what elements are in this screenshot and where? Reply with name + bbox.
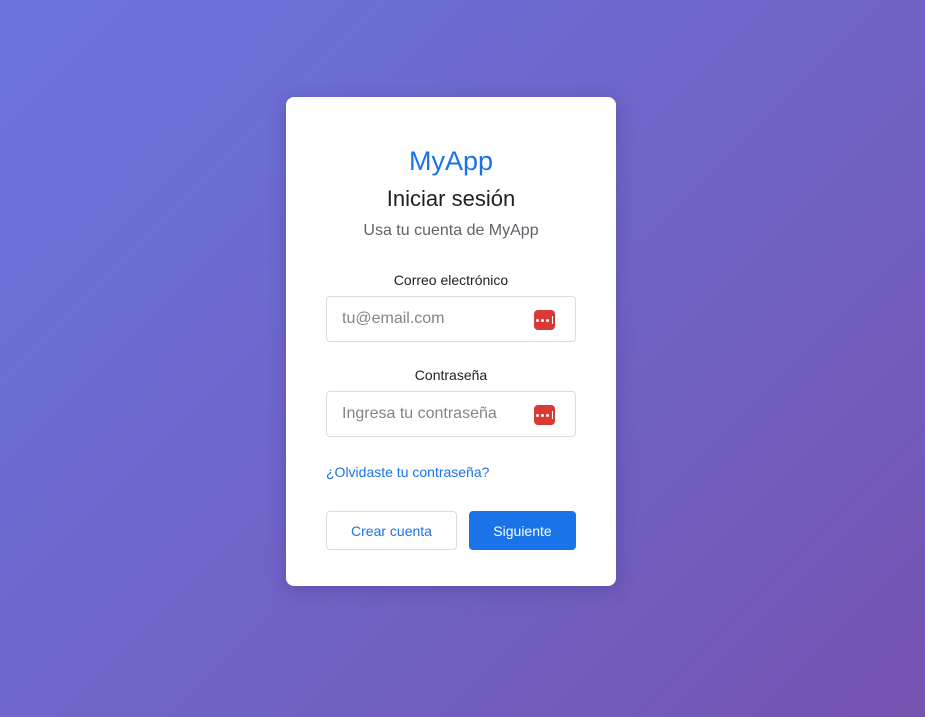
brand-logo-text: MyApp <box>408 146 494 176</box>
next-button[interactable]: Siguiente <box>469 511 576 550</box>
login-card: MyApp Iniciar sesión Usa tu cuenta de My… <box>286 97 616 586</box>
password-manager-icon[interactable] <box>534 310 555 330</box>
email-field-container <box>326 296 576 342</box>
password-field-container <box>326 391 576 437</box>
create-account-button[interactable]: Crear cuenta <box>326 511 457 550</box>
forgot-password-link[interactable]: ¿Olvidaste tu contraseña? <box>326 463 489 481</box>
page-subtitle: Usa tu cuenta de MyApp <box>363 222 539 239</box>
password-label: Contraseña <box>414 367 488 383</box>
page-title: Iniciar sesión <box>386 186 516 211</box>
password-manager-icon[interactable] <box>534 405 555 425</box>
email-label: Correo electrónico <box>393 272 509 288</box>
